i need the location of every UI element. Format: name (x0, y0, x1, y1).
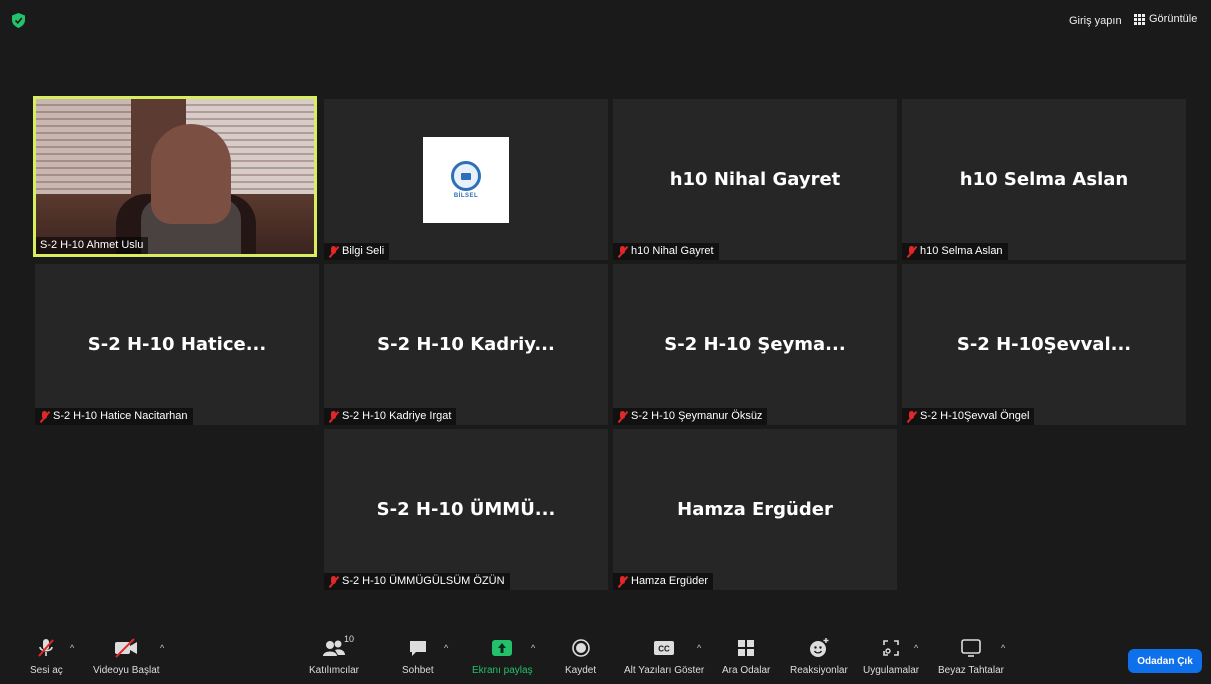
mic-muted-icon (617, 410, 628, 423)
mic-muted-icon (39, 410, 50, 423)
participant-name-tag: S-2 H-10Şevval Öngel (902, 408, 1035, 425)
video-tile[interactable]: BİLSEL Bilgi Seli (324, 99, 608, 260)
participants-icon: 10 (322, 634, 354, 660)
participant-name-tag: Bilgi Seli (324, 243, 390, 260)
captions-options-chevron-icon[interactable]: ^ (697, 643, 701, 653)
participant-name-tag: S-2 H-10 Kadriye Irgat (324, 408, 457, 425)
apps-button[interactable]: Uygulamalar (863, 636, 919, 676)
participant-display-name: S-2 H-10 Hatice... (87, 334, 267, 355)
grid-icon (1134, 13, 1145, 25)
participant-display-name: Hamza Ergüder (677, 499, 833, 520)
view-button[interactable]: Görüntüle (1134, 13, 1197, 25)
participant-name-tag: S-2 H-10 Ahmet Uslu (36, 237, 149, 254)
participant-display-name: h10 Selma Aslan (959, 169, 1129, 190)
apps-icon (881, 636, 901, 660)
show-captions-button[interactable]: CC Alt Yazıları Göster (624, 636, 704, 676)
record-button[interactable]: Kaydet (565, 636, 596, 676)
share-screen-button[interactable]: Ekranı paylaş (472, 636, 533, 676)
chat-options-chevron-icon[interactable]: ^ (444, 643, 448, 653)
participant-display-name: S-2 H-10 ÜMMÜ... (376, 499, 556, 520)
top-bar: Giriş yapın Görüntüle (0, 0, 1211, 42)
participant-display-name: S-2 H-10 Kadriy... (377, 334, 555, 355)
mic-muted-icon (35, 636, 57, 660)
video-tile[interactable]: S-2 H-10 Hatice... S-2 H-10 Hatice Nacit… (35, 264, 319, 425)
video-tile[interactable]: S-2 H-10 Şeyma... S-2 H-10 Şeymanur Öksü… (613, 264, 897, 425)
video-tile[interactable]: Hamza Ergüder Hamza Ergüder (613, 429, 897, 590)
participant-count-badge: 10 (344, 634, 355, 644)
participant-name-tag: h10 Selma Aslan (902, 243, 1008, 260)
video-off-icon (112, 636, 140, 660)
sign-in-link[interactable]: Giriş yapın (1069, 15, 1122, 27)
participant-display-name: S-2 H-10 Şeyma... (664, 334, 846, 355)
start-video-button[interactable]: Videoyu Başlat (93, 636, 160, 676)
view-button-label: Görüntüle (1149, 13, 1198, 25)
participant-name-tag: h10 Nihal Gayret (613, 243, 719, 260)
bilsel-logo-icon (451, 161, 481, 191)
video-tile-active-speaker[interactable]: S-2 H-10 Ahmet Uslu (33, 96, 317, 257)
chat-icon (408, 636, 428, 660)
mic-muted-icon (328, 575, 339, 588)
meeting-toolbar: Sesi aç ^ Videoyu Başlat ^ 10 Katılımcıl… (0, 630, 1211, 684)
video-tile[interactable]: S-2 H-10 Kadriy... S-2 H-10 Kadriye Irga… (324, 264, 608, 425)
shield-check-icon[interactable] (12, 13, 25, 28)
video-options-chevron-icon[interactable]: ^ (160, 643, 164, 653)
participant-name-tag: S-2 H-10 Şeymanur Öksüz (613, 408, 768, 425)
share-options-chevron-icon[interactable]: ^ (531, 643, 535, 653)
record-icon (571, 636, 591, 660)
participant-video (36, 99, 314, 254)
reactions-button[interactable]: Reaksiyonlar (790, 636, 848, 676)
mic-muted-icon (617, 245, 628, 258)
profile-logo: BİLSEL (423, 137, 509, 223)
unmute-button[interactable]: Sesi aç (30, 636, 63, 676)
video-tile[interactable]: h10 Selma Aslan h10 Selma Aslan (902, 99, 1186, 260)
video-tile[interactable]: h10 Nihal Gayret h10 Nihal Gayret (613, 99, 897, 260)
apps-options-chevron-icon[interactable]: ^ (914, 643, 918, 653)
mic-muted-icon (328, 245, 339, 258)
share-screen-icon (491, 636, 513, 660)
mic-muted-icon (328, 410, 339, 423)
whiteboard-options-chevron-icon[interactable]: ^ (1001, 643, 1005, 653)
mic-muted-icon (906, 410, 917, 423)
breakout-rooms-icon (736, 636, 756, 660)
leave-meeting-button[interactable]: Odadan Çık (1128, 649, 1202, 673)
video-tile[interactable]: S-2 H-10Şevval... S-2 H-10Şevval Öngel (902, 264, 1186, 425)
participant-display-name: h10 Nihal Gayret (669, 169, 841, 190)
participant-name-tag: S-2 H-10 ÜMMÜGÜLSÜM ÖZÜN (324, 573, 510, 590)
svg-text:CC: CC (658, 645, 670, 654)
chat-button[interactable]: Sohbet (402, 636, 434, 676)
video-tile[interactable]: S-2 H-10 ÜMMÜ... S-2 H-10 ÜMMÜGÜLSÜM ÖZÜ… (324, 429, 608, 590)
mic-muted-icon (617, 575, 628, 588)
whiteboards-button[interactable]: Beyaz Tahtalar (938, 636, 1004, 676)
participant-name-tag: S-2 H-10 Hatice Nacitarhan (35, 408, 193, 425)
participant-name-tag: Hamza Ergüder (613, 573, 714, 590)
whiteboard-icon (960, 636, 982, 660)
mic-muted-icon (906, 245, 917, 258)
audio-options-chevron-icon[interactable]: ^ (70, 643, 74, 653)
captions-icon: CC (653, 636, 675, 660)
breakout-rooms-button[interactable]: Ara Odalar (722, 636, 770, 676)
participants-button[interactable]: 10 Katılımcılar (309, 634, 359, 676)
reactions-icon (808, 636, 830, 660)
participant-display-name: S-2 H-10Şevval... (956, 334, 1132, 355)
